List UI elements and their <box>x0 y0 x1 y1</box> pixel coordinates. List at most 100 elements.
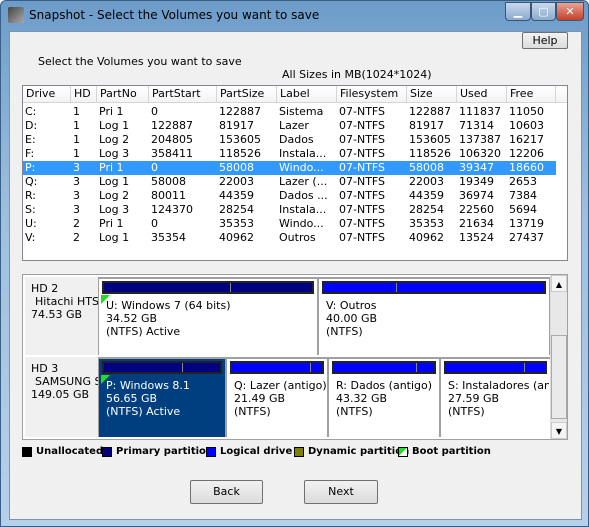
cell-hd: 1 <box>73 133 80 146</box>
partition-line3: (NTFS) <box>234 405 271 418</box>
legend-swatch <box>206 446 216 457</box>
app-icon <box>8 7 24 23</box>
volumes-table[interactable]: Drive HD PartNo PartStart PartSize Label Files… <box>22 85 568 261</box>
minimize-button[interactable]: ▁ <box>505 2 531 21</box>
help-button[interactable]: Help <box>522 32 568 49</box>
cell-partstart: 358411 <box>151 147 193 160</box>
table-row[interactable]: C: 1 Pri 1 0 122887 Sistema 07-NTFS 122887 11183… <box>23 105 556 119</box>
usage-used <box>324 283 397 292</box>
table-row[interactable]: Q: 3 Log 1 58008 22003 Lazer (... 07-NTFS 22003… <box>23 175 556 189</box>
column-header-label[interactable]: Label <box>277 86 337 103</box>
cell-hd: 2 <box>73 231 80 244</box>
partition-line2: 21.49 GB <box>234 392 286 405</box>
usage-used <box>334 363 417 372</box>
cell-partno: Log 1 <box>99 119 130 132</box>
partition-block[interactable]: V: Outros 40.00 GB (NTFS) <box>319 279 549 355</box>
legend-label: Dynamic partition <box>308 446 410 457</box>
table-row[interactable]: F: 1 Log 3 358411 118526 Instala... 07-NTFS 118… <box>23 147 556 161</box>
disk-model: Hitachi HTS5 <box>35 295 98 308</box>
column-header-size[interactable]: Size <box>407 86 457 103</box>
usage-free <box>182 363 220 372</box>
column-header-filesystem[interactable]: Filesystem <box>337 86 407 103</box>
table-row[interactable]: U: 2 Pri 1 0 35353 Windo... 07-NTFS 35353 21634 1… <box>23 217 556 231</box>
cell-hd: 2 <box>73 217 80 230</box>
cell-filesystem: 07-NTFS <box>339 133 386 146</box>
cell-filesystem: 07-NTFS <box>339 119 386 132</box>
cell-size: 58008 <box>409 161 444 174</box>
disk-size: 74.53 GB <box>31 308 83 321</box>
cell-free: 11050 <box>509 105 544 118</box>
column-header-hd[interactable]: HD <box>71 86 97 103</box>
cell-partsize: 58008 <box>219 161 254 174</box>
scroll-up-arrow[interactable]: ▲ <box>551 275 567 292</box>
partition-block[interactable]: P: Windows 8.1 56.65 GB (NTFS) Active <box>99 359 225 437</box>
legend-label: Boot partition <box>412 446 491 457</box>
column-header-free[interactable]: Free <box>507 86 556 103</box>
dialog-body: Help Select the Volumes you want to save… <box>9 31 582 520</box>
cell-partno: Pri 1 <box>99 105 124 118</box>
partition-block[interactable]: R: Dados (antigo) 43.32 GB (NTFS) <box>329 359 439 437</box>
cell-drive: U: <box>25 217 37 230</box>
cell-drive: F: <box>25 147 35 160</box>
cell-used: 111837 <box>459 105 501 118</box>
partition-line3: (NTFS) Active <box>106 405 181 418</box>
column-header-filler <box>556 86 567 103</box>
cell-partstart: 58008 <box>151 175 186 188</box>
disk-model: SAMSUNG S <box>35 375 98 388</box>
cell-free: 10603 <box>509 119 544 132</box>
cell-free: 7384 <box>509 189 537 202</box>
table-row[interactable]: R: 3 Log 2 80011 44359 Dados ... 07-NTFS 44359 3… <box>23 189 556 203</box>
scrollbar[interactable]: ▲ ▼ <box>550 275 567 439</box>
partition-line3: (NTFS) <box>326 325 363 338</box>
cell-partno: Log 2 <box>99 189 130 202</box>
cell-label: Lazer (... <box>279 175 328 188</box>
cell-drive: V: <box>25 231 36 244</box>
partition-block[interactable]: Q: Lazer (antigo) 21.49 GB (NTFS) <box>227 359 327 437</box>
legend-label: Primary partition <box>116 446 214 457</box>
usage-free <box>396 283 544 292</box>
disk-name: HD 3 <box>31 362 59 375</box>
usage-bar <box>322 281 546 294</box>
column-header-partno[interactable]: PartNo <box>97 86 149 103</box>
cell-partstart: 80011 <box>151 189 186 202</box>
next-button[interactable]: Next <box>304 480 378 504</box>
scroll-thumb[interactable] <box>551 335 567 419</box>
cell-used: 106320 <box>459 147 501 160</box>
table-row[interactable]: D: 1 Log 1 122887 81917 Lazer 07-NTFS 81917 7131… <box>23 119 556 133</box>
cell-hd: 3 <box>73 175 80 188</box>
cell-drive: S: <box>25 203 36 216</box>
cell-hd: 1 <box>73 105 80 118</box>
partition-block[interactable]: S: Instaladores (ant 27.59 GB (NTFS) <box>441 359 550 437</box>
disk-label: HD 3 SAMSUNG S 149.05 GB <box>25 357 98 437</box>
table-row[interactable]: S: 3 Log 3 124370 28254 Instala... 07-NTFS 2825… <box>23 203 556 217</box>
partition-line1: U: Windows 7 (64 bits) <box>106 299 231 312</box>
usage-bar <box>230 361 324 374</box>
cell-partstart: 35354 <box>151 231 186 244</box>
disk-name: HD 2 <box>31 282 59 295</box>
cell-partsize: 153605 <box>219 133 261 146</box>
cell-size: 44359 <box>409 189 444 202</box>
maximize-button[interactable]: ▢ <box>531 2 556 21</box>
disk-map: ▲ ▼ HD 2Hitachi HTS574.53 GB U: Windows 7… <box>22 274 568 440</box>
close-button[interactable]: ✕ <box>556 2 584 21</box>
cell-partstart: 0 <box>151 161 158 174</box>
table-row[interactable]: E: 1 Log 2 204805 153605 Dados 07-NTFS 153605 13… <box>23 133 556 147</box>
cell-used: 19349 <box>459 175 494 188</box>
usage-free <box>230 283 312 292</box>
cell-used: 21634 <box>459 217 494 230</box>
partition-line1: P: Windows 8.1 <box>106 379 190 392</box>
table-row[interactable]: V: 2 Log 1 35354 40962 Outros 07-NTFS 40962 1352… <box>23 231 556 245</box>
column-header-partstart[interactable]: PartStart <box>149 86 217 103</box>
usage-bar <box>102 281 314 294</box>
scroll-down-arrow[interactable]: ▼ <box>551 422 567 439</box>
column-header-used[interactable]: Used <box>457 86 507 103</box>
cell-partsize: 81917 <box>219 119 254 132</box>
cell-free: 5694 <box>509 203 537 216</box>
back-button[interactable]: Back <box>190 480 263 504</box>
column-header-drive[interactable]: Drive <box>23 86 71 103</box>
column-header-partsize[interactable]: PartSize <box>217 86 277 103</box>
cell-drive: R: <box>25 189 37 202</box>
partition-block[interactable]: U: Windows 7 (64 bits) 34.52 GB (NTFS) Act… <box>99 279 317 355</box>
table-row[interactable]: P: 3 Pri 1 0 58008 Windo... 07-NTFS 58008 39347 1… <box>23 161 556 175</box>
usage-free <box>525 363 545 372</box>
